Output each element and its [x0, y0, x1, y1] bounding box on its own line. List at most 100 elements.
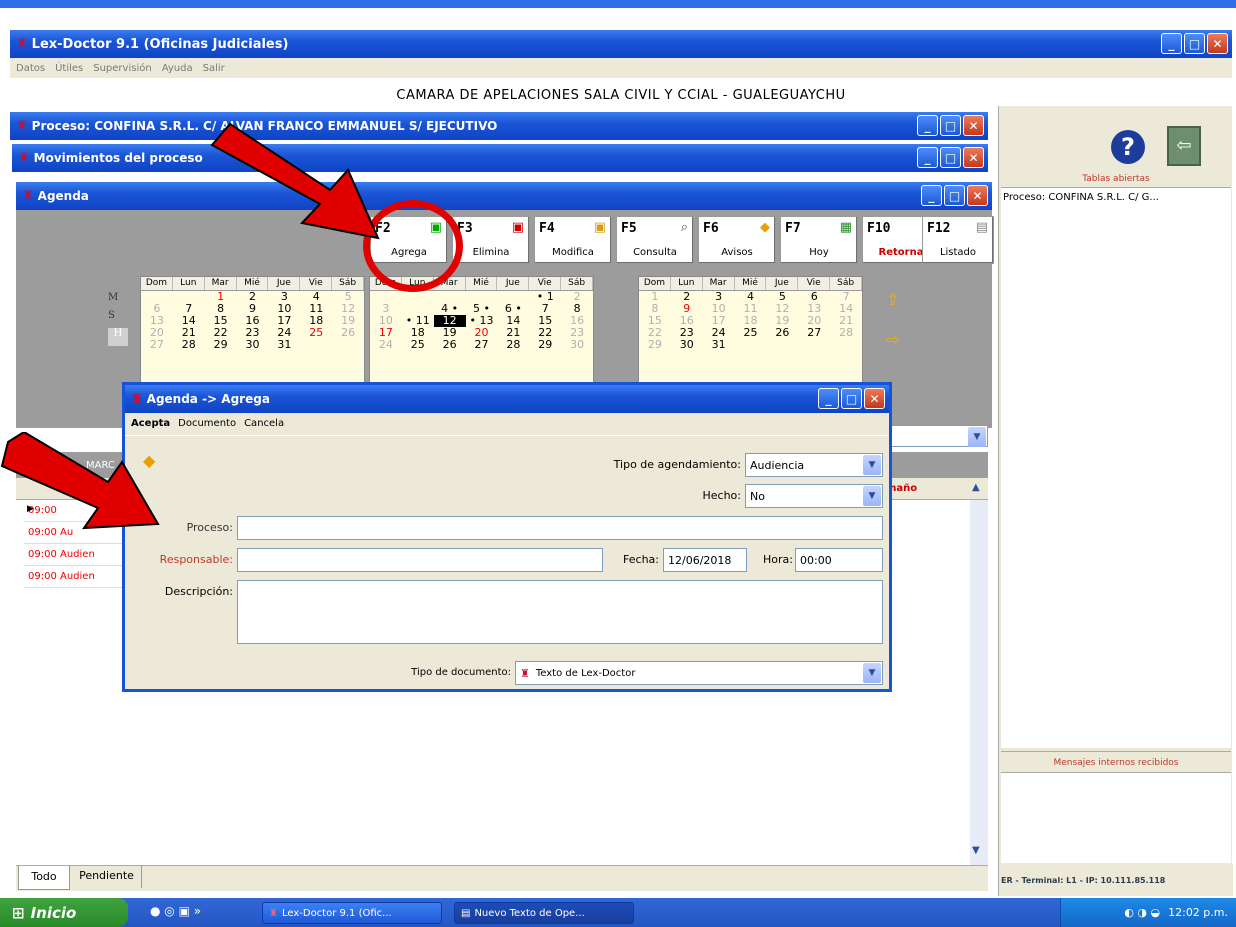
tab-pendiente[interactable]: Pendiente — [72, 866, 142, 888]
function-toolbar: F2 ▣ Agrega F3 ▣ Elimina F4 ▣ Modifica F5 ⌕ Cons… — [370, 216, 994, 264]
f7-key: F7 — [785, 221, 801, 236]
agenda-icon: ♜ — [22, 188, 34, 204]
minimize-button[interactable]: _ — [1161, 33, 1182, 54]
scroll-up-icon[interactable]: ▲ — [972, 482, 980, 493]
f12-listado-button[interactable]: F12 ▤ Listado — [922, 216, 994, 264]
annotation-arrow-left — [0, 432, 160, 530]
mensajes-header: Mensajes internos recibidos — [1001, 751, 1231, 773]
agenda-maximize-button[interactable]: □ — [944, 185, 965, 206]
list-item[interactable]: 09:00 Audien — [24, 544, 134, 566]
right-panel: ? ⇦ Tablas abiertas Proceso: CONFINA S.R… — [998, 106, 1233, 896]
f10-key: F10 — [867, 221, 891, 236]
f6-key: F6 — [703, 221, 719, 236]
descripcion-textarea[interactable] — [237, 580, 883, 644]
help-icon[interactable]: ? — [1111, 130, 1145, 164]
movimientos-window-titlebar[interactable]: ♜ Movimientos del proceso _ □ ✕ — [12, 144, 988, 172]
taskbar-item-texto-label: Nuevo Texto de Ope... — [474, 907, 585, 919]
start-button[interactable]: ⊞ Inicio — [0, 898, 128, 927]
descripcion-label: Descripción: — [164, 585, 233, 598]
dialog-minimize-button[interactable]: _ — [818, 388, 839, 409]
proceso-window-titlebar[interactable]: ♜ Proceso: CONFINA S.R.L. C/ ALVAN FRANC… — [10, 112, 988, 140]
dialog-icon: ♜ — [131, 391, 143, 407]
dialog-menu-cancela[interactable]: Cancela — [244, 418, 284, 429]
hecho-select[interactable]: No ▼ — [745, 484, 883, 508]
proceso-maximize-button[interactable]: □ — [940, 115, 961, 136]
movimientos-minimize-button[interactable]: _ — [917, 147, 938, 168]
next-month-arrow-icon[interactable]: ⇧ — [886, 290, 899, 309]
f6-avisos-button[interactable]: F6 ◆ Avisos — [698, 216, 776, 264]
movimientos-maximize-button[interactable]: □ — [940, 147, 961, 168]
calendar-month-1[interactable]: Dom Lun Mar Mié Jue Vie Sáb 12345 6 7 8 9 10 11 12 1… — [140, 276, 365, 386]
current-month-arrow-icon[interactable]: ⇨ — [886, 330, 899, 349]
tray-icons[interactable]: ◐ ◑ ◒ — [1124, 906, 1160, 919]
f7-hoy-button[interactable]: F7 ▦ Hoy — [780, 216, 858, 264]
proceso-input[interactable] — [237, 516, 883, 540]
annotation-arrow-top — [210, 122, 380, 240]
f4-modifica-button[interactable]: F4 ▣ Modifica — [534, 216, 612, 264]
proceso-close-button[interactable]: ✕ — [963, 115, 984, 136]
maximize-button[interactable]: □ — [1184, 33, 1205, 54]
dialog-menu: Acepta Documento Cancela — [131, 418, 284, 429]
dialog-menu-acepta[interactable]: Acepta — [131, 418, 170, 429]
chevron-down-icon[interactable]: ▼ — [863, 663, 881, 683]
movimientos-window-title: Movimientos del proceso — [33, 151, 203, 165]
fecha-input[interactable]: 12/06/2018 — [663, 548, 747, 572]
dialog-separator — [125, 435, 889, 436]
menu-utiles[interactable]: Útiles — [55, 63, 83, 74]
clock: 12:02 p.m. — [1168, 906, 1228, 919]
agenda-close-button[interactable]: ✕ — [967, 185, 988, 206]
exit-door-icon[interactable]: ⇦ — [1167, 126, 1201, 166]
menu-ayuda[interactable]: Ayuda — [162, 63, 193, 74]
tablas-item[interactable]: Proceso: CONFINA S.R.L. C/ G... — [1001, 188, 1231, 207]
scroll-down-icon[interactable]: ▼ — [972, 845, 980, 856]
court-header-text: CAMARA DE APELACIONES SALA CIVIL Y CCIAL… — [396, 88, 846, 103]
movimientos-close-button[interactable]: ✕ — [963, 147, 984, 168]
agenda-minimize-button[interactable]: _ — [921, 185, 942, 206]
f3-label: Elimina — [472, 247, 510, 258]
calendar-month-3[interactable]: Dom Lun Mar Mié Jue Vie Sáb 1234567 8 9 10 11 12 13… — [638, 276, 863, 386]
hora-input[interactable]: 00:00 — [795, 548, 883, 572]
menu-salir[interactable]: Salir — [203, 63, 225, 74]
calendars: Dom Lun Mar Mié Jue Vie Sáb 12345 6 7 8 9 10 11 12 1… — [140, 276, 863, 386]
tipo-documento-select[interactable]: ♜ Texto de Lex-Doctor ▼ — [515, 661, 883, 685]
agenda-filter-dropdown[interactable]: ▼ — [880, 425, 988, 447]
vertical-scrollbar[interactable]: ▼ — [970, 500, 988, 865]
list-item[interactable]: 09:00 Audien — [24, 566, 134, 588]
chevron-down-icon[interactable]: ▼ — [863, 486, 881, 506]
close-button[interactable]: ✕ — [1207, 33, 1228, 54]
main-menu-bar: Datos Útiles Supervisión Ayuda Salir — [10, 58, 1232, 78]
quicklaunch-icons[interactable]: ● ◎ ▣ » — [150, 904, 201, 918]
court-header: CAMARA DE APELACIONES SALA CIVIL Y CCIAL… — [10, 78, 1232, 106]
dialog-titlebar[interactable]: ♜ Agenda -> Agrega _ □ ✕ — [125, 385, 889, 413]
responsable-input[interactable] — [237, 548, 603, 572]
proceso-icon: ♜ — [16, 118, 28, 134]
taskbar-item-texto[interactable]: ▤ Nuevo Texto de Ope... — [454, 902, 634, 924]
tipo-doc-value: Texto de Lex-Doctor — [535, 667, 636, 679]
dialog-close-button[interactable]: ✕ — [864, 388, 885, 409]
menu-supervision[interactable]: Supervisión — [93, 63, 151, 74]
tipo-agendamiento-select[interactable]: Audiencia ▼ — [745, 453, 883, 477]
calendar-month-2[interactable]: Dom Lun Mar Mié Jue Vie Sáb • 12 34 • 5 • 6 • 7 8 … — [369, 276, 594, 386]
windows-logo-icon: ⊞ — [12, 903, 25, 922]
proceso-minimize-button[interactable]: _ — [917, 115, 938, 136]
chevron-down-icon[interactable]: ▼ — [863, 455, 881, 475]
f5-key: F5 — [621, 221, 637, 236]
main-window-titlebar[interactable]: ♜ Lex-Doctor 9.1 (Oficinas Judiciales) _… — [10, 30, 1232, 58]
tab-todo[interactable]: Todo — [18, 866, 70, 890]
hecho-label: Hecho: — [702, 489, 742, 502]
chevron-down-icon[interactable]: ▼ — [968, 427, 986, 447]
movimientos-icon: ♜ — [18, 150, 30, 166]
dialog-maximize-button[interactable]: □ — [841, 388, 862, 409]
f3-elimina-button[interactable]: F3 ▣ Elimina — [452, 216, 530, 264]
side-letter-h[interactable]: H — [108, 328, 128, 346]
side-letter-s[interactable]: S — [108, 310, 128, 328]
taskbar-item-lexdoctor[interactable]: ♜ Lex-Doctor 9.1 (Ofic... — [262, 902, 442, 924]
menu-datos[interactable]: Datos — [16, 63, 45, 74]
mensajes-list — [1001, 773, 1231, 863]
f4-label: Modifica — [552, 247, 594, 258]
document-task-icon: ▤ — [461, 907, 471, 919]
f5-consulta-button[interactable]: F5 ⌕ Consulta — [616, 216, 694, 264]
side-letter-m[interactable]: M — [108, 292, 128, 310]
agenda-window-titlebar[interactable]: ♜ Agenda _ □ ✕ — [16, 182, 992, 210]
dialog-menu-documento[interactable]: Documento — [178, 418, 236, 429]
